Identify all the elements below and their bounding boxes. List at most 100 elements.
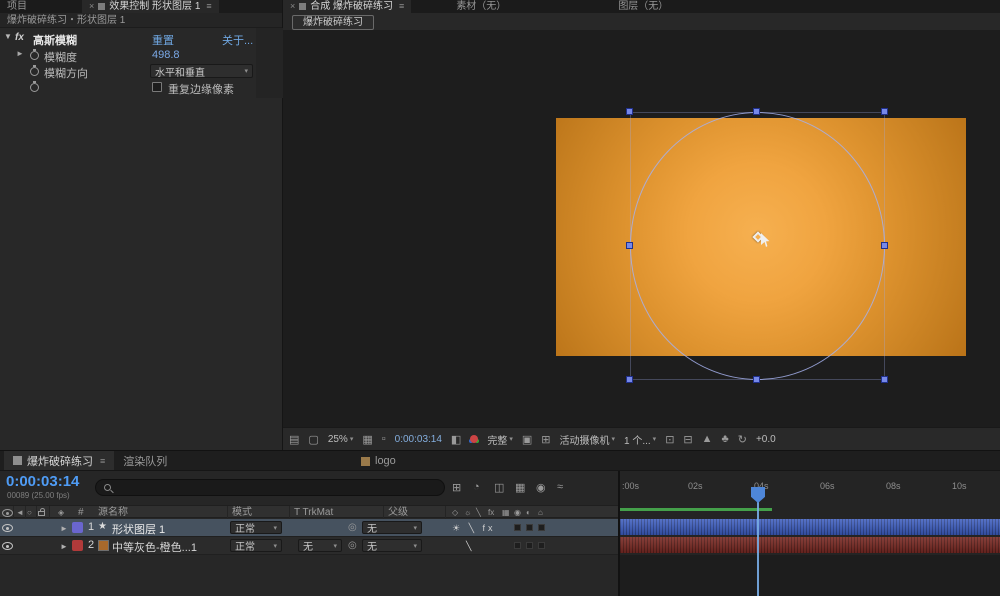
tab-logo-comp[interactable]: logo — [352, 451, 405, 471]
layer-switches[interactable]: ╲ — [466, 541, 474, 552]
main-monitor-icon[interactable]: ▢ — [308, 433, 318, 446]
switch-cell[interactable] — [514, 524, 521, 531]
composition-viewport[interactable] — [283, 30, 1000, 427]
graph-editor-icon[interactable]: ≈ — [557, 481, 563, 493]
switch-cell[interactable] — [526, 524, 533, 531]
channels-icon[interactable] — [470, 435, 479, 443]
switch-cell[interactable] — [538, 542, 545, 549]
eye-icon[interactable] — [2, 524, 13, 532]
label-column-icon[interactable]: ◈ — [58, 506, 64, 519]
fast-preview-icon[interactable]: ⊟ — [683, 433, 692, 446]
panel-menu-icon[interactable]: ≡ — [399, 0, 404, 13]
pickwhip-icon[interactable]: ◎ — [348, 540, 357, 551]
repeat-edge-checkbox[interactable] — [152, 82, 162, 92]
motion-blur-switch-icon[interactable]: ◉ — [514, 506, 521, 519]
layer-switches[interactable]: ☀ ╲ fx — [452, 523, 496, 534]
trkmat-column[interactable]: T TrkMat — [294, 506, 333, 519]
mask-roi-icon[interactable]: ▫ — [382, 433, 386, 445]
tab-timeline-comp[interactable]: 爆炸破碎练习 ≡ — [4, 451, 115, 470]
view-layout-select[interactable]: 1 个... ▾ — [624, 432, 656, 447]
always-preview-icon[interactable]: ▤ — [289, 433, 299, 446]
shy-switch-icon[interactable]: ◇ — [452, 506, 458, 519]
selection-handle-middle-left[interactable] — [626, 242, 633, 249]
hide-shy-layers-icon[interactable]: ◫ — [494, 481, 504, 494]
parent-dropdown[interactable]: 无 ▾ — [362, 539, 422, 553]
tab-footage[interactable]: 素材（无） — [449, 0, 513, 13]
source-name-column[interactable]: 源名称 — [98, 506, 128, 519]
zoom-select[interactable]: 25% ▾ — [328, 434, 354, 445]
playhead-handle[interactable] — [751, 487, 765, 503]
label-color-chip[interactable] — [72, 540, 83, 551]
toolbar-timecode[interactable]: 0:00:03:14 — [395, 434, 442, 445]
transparency-grid-icon[interactable]: ⊞ — [541, 433, 550, 446]
expand-icon[interactable]: ► — [60, 542, 68, 551]
parent-dropdown[interactable]: 无 ▾ — [362, 521, 422, 535]
mini-flowchart-icon[interactable]: ⊞ — [452, 481, 461, 494]
timeline-search-input[interactable] — [95, 479, 445, 496]
adjustment-switch-icon[interactable]: ◐ — [526, 506, 531, 519]
frame-blend-icon[interactable]: ▦ — [515, 481, 525, 494]
reset-exposure-icon[interactable]: ↻ — [738, 433, 747, 446]
tab-layer[interactable]: 图层（无） — [611, 0, 675, 13]
resolution-select[interactable]: 完整 ▾ — [487, 432, 513, 447]
flowchart-icon[interactable]: ♣ — [722, 433, 729, 445]
switch-cell[interactable] — [526, 542, 533, 549]
trkmat-dropdown[interactable]: 无 ▾ — [298, 539, 342, 553]
tab-render-queue[interactable]: 渲染队列 — [114, 451, 176, 470]
region-of-interest-icon[interactable]: ▣ — [522, 433, 532, 446]
reset-link[interactable]: 重置 — [152, 32, 174, 48]
ellipse-path-outline[interactable] — [630, 112, 885, 380]
direction-dropdown[interactable]: 水平和垂直 ▾ — [150, 64, 253, 79]
tab-project[interactable]: 项目 — [0, 0, 34, 13]
selection-handle-bottom-left[interactable] — [626, 376, 633, 383]
tab-composition[interactable]: × 合成 爆炸破碎练习 ≡ — [283, 0, 412, 13]
blend-mode-dropdown[interactable]: 正常 ▾ — [230, 539, 282, 553]
layer-row-1[interactable]: ► 1 ★ 形状图层 1 正常 ▾ ◎ 无 ▾ ☀ ╲ fx — [0, 519, 618, 537]
switch-cell[interactable] — [538, 524, 545, 531]
switch-cell[interactable] — [514, 542, 521, 549]
draft-3d-icon[interactable]: ◔ — [473, 481, 480, 493]
fx-icon[interactable]: fx — [15, 32, 24, 43]
blurriness-value[interactable]: 498.8 — [152, 49, 180, 61]
selection-handle-middle-right[interactable] — [881, 242, 888, 249]
eye-icon[interactable] — [2, 542, 13, 550]
expander-icon[interactable]: ► — [16, 49, 24, 58]
collapse-switch-icon[interactable]: ☼ — [464, 506, 471, 519]
timeline-jump-icon[interactable]: ▲ — [702, 433, 713, 445]
effect-collapse-icon[interactable]: ▼ — [4, 32, 12, 41]
camera-select[interactable]: 活动摄像机 ▾ — [559, 432, 615, 447]
about-link[interactable]: 关于... — [222, 32, 253, 48]
tab-effect-controls[interactable]: × 效果控制 形状图层 1 ≡ — [82, 0, 219, 13]
selection-handle-bottom-right[interactable] — [881, 376, 888, 383]
snapshot-icon[interactable]: ◧ — [451, 433, 461, 446]
parent-column[interactable]: 父级 — [388, 506, 408, 519]
motion-blur-icon[interactable]: ◉ — [536, 481, 546, 494]
3d-switch-icon[interactable]: ⌂ — [538, 506, 543, 519]
quality-switch-icon[interactable]: ╲ — [476, 506, 481, 519]
current-timecode[interactable]: 0:00:03:14 — [6, 473, 79, 490]
panel-menu-icon[interactable]: ≡ — [100, 456, 105, 466]
timeline-track-area[interactable]: :00s 02s 04s 06s 08s 10s — [620, 471, 1000, 596]
selection-handle-top-right[interactable] — [881, 108, 888, 115]
layer-name[interactable]: 形状图层 1 — [112, 521, 165, 537]
blend-mode-dropdown[interactable]: 正常 ▾ — [230, 521, 282, 535]
grid-guides-icon[interactable]: ▦ — [362, 433, 372, 446]
effect-name[interactable]: 高斯模糊 — [33, 32, 77, 48]
close-icon[interactable]: × — [290, 0, 295, 13]
frame-blend-switch-icon[interactable]: ▦ — [502, 506, 510, 519]
stopwatch-icon[interactable] — [30, 49, 39, 60]
layer-bar-2[interactable] — [620, 537, 1000, 553]
selection-handle-top-left[interactable] — [626, 108, 633, 115]
panel-menu-icon[interactable]: ≡ — [206, 0, 211, 13]
fx-switch-icon[interactable]: fx — [488, 506, 494, 519]
label-color-chip[interactable] — [72, 522, 83, 533]
selection-handle-bottom-center[interactable] — [753, 376, 760, 383]
mode-column[interactable]: 模式 — [232, 506, 252, 519]
stopwatch-icon[interactable] — [30, 65, 39, 76]
pixel-aspect-icon[interactable]: ⊡ — [665, 433, 674, 446]
close-icon[interactable]: × — [89, 0, 94, 13]
expand-icon[interactable]: ► — [60, 524, 68, 533]
comp-nav-chip[interactable]: 爆炸破碎练习 — [292, 15, 374, 30]
stopwatch-icon[interactable] — [30, 81, 39, 92]
playhead-line[interactable] — [757, 502, 759, 596]
